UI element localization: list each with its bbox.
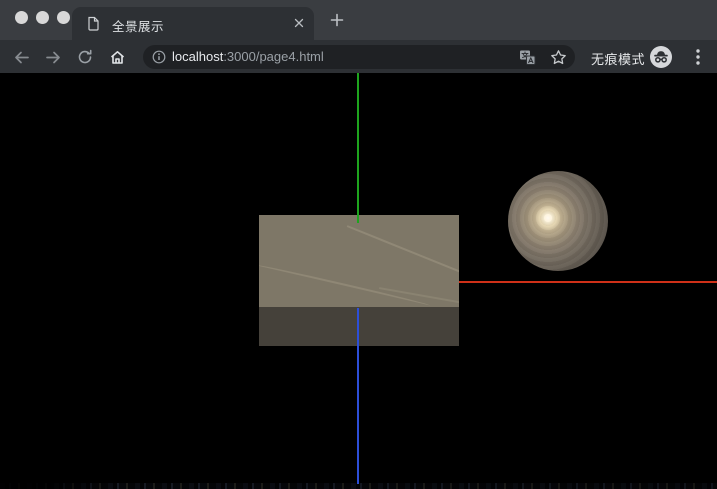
url-host: localhost bbox=[172, 49, 224, 64]
axis-y-green-line bbox=[357, 73, 359, 223]
tab-title: 全景展示 bbox=[112, 20, 165, 34]
page-icon bbox=[87, 16, 100, 31]
box-top-face bbox=[259, 215, 459, 307]
menu-kebab-icon[interactable] bbox=[690, 48, 706, 66]
tab-close-icon[interactable] bbox=[290, 14, 308, 32]
forward-button[interactable] bbox=[44, 48, 62, 66]
toolbar: localhost:3000/page4.html 无痕模式 bbox=[0, 40, 717, 73]
incognito-badge-icon bbox=[650, 46, 672, 68]
tab-panorama[interactable]: 全景展示 bbox=[72, 7, 314, 40]
address-bar[interactable]: localhost:3000/page4.html bbox=[143, 44, 575, 69]
window-controls bbox=[15, 11, 70, 24]
axis-z-blue-line bbox=[357, 308, 359, 484]
box-mesh bbox=[259, 215, 459, 346]
incognito-mode-label: 无痕模式 bbox=[591, 52, 646, 67]
url-path: :3000/page4.html bbox=[223, 49, 324, 64]
site-info-icon[interactable] bbox=[152, 50, 166, 64]
minimize-window-button[interactable] bbox=[36, 11, 49, 24]
webgl-canvas[interactable] bbox=[0, 73, 717, 489]
translate-icon[interactable] bbox=[519, 49, 536, 66]
url-text[interactable]: localhost:3000/page4.html bbox=[172, 49, 324, 64]
home-button[interactable] bbox=[108, 48, 126, 66]
back-button[interactable] bbox=[12, 48, 30, 66]
zoom-window-button[interactable] bbox=[57, 11, 70, 24]
sphere-mesh bbox=[508, 171, 608, 271]
close-window-button[interactable] bbox=[15, 11, 28, 24]
tab-bar: 全景展示 bbox=[0, 0, 717, 40]
reload-button[interactable] bbox=[76, 48, 94, 66]
box-texture-seam bbox=[346, 225, 459, 273]
box-texture-seam bbox=[259, 263, 431, 306]
new-tab-button[interactable] bbox=[328, 11, 346, 29]
axis-x-red-line bbox=[459, 281, 717, 283]
box-front-face bbox=[259, 307, 459, 346]
browser-window: 全景展示 localhost:3000/page4.html 无痕模式 bbox=[0, 0, 717, 489]
bookmark-star-icon[interactable] bbox=[550, 49, 567, 66]
